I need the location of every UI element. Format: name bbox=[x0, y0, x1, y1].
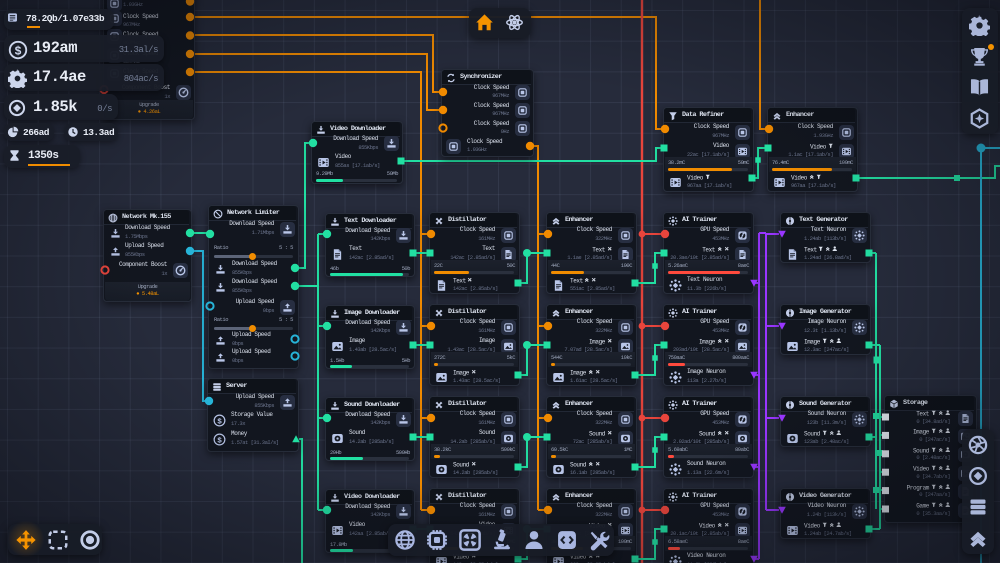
svg-text:$: $ bbox=[14, 44, 21, 58]
